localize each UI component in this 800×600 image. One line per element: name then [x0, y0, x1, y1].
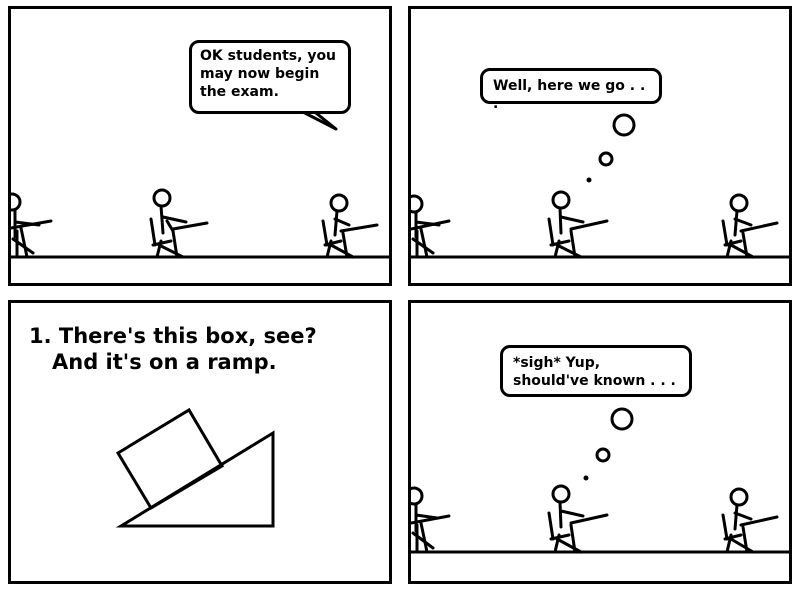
comic-panel-3: 1. There's this box, see? And it's on a …: [8, 300, 392, 584]
student-figure-right: [721, 193, 779, 259]
comic-panel-4: *sigh* Yup, should've known . . .: [408, 300, 792, 584]
student-figure-left: [411, 194, 451, 259]
student-figure-center: [547, 484, 609, 554]
student-figure-right: [721, 487, 779, 554]
box-on-ramp-diagram: [115, 407, 275, 528]
student-figure-right: [321, 193, 379, 259]
box-square: [115, 407, 225, 511]
thought-bubble: *sigh* Yup, should've known . . .: [500, 345, 692, 397]
comic-panel-2: Well, here we go . . .: [408, 6, 792, 286]
student-figure-center: [547, 190, 609, 259]
thought-bubble-dot-medium: [595, 447, 611, 463]
student-figure-left: [411, 486, 451, 554]
comic-panel-1: OK students, you may now begin the exam.: [8, 6, 392, 286]
thought-bubble-dot-large: [612, 113, 636, 137]
classroom-scene: [411, 113, 789, 259]
thought-bubble-dot-medium: [598, 151, 614, 167]
student-figure-left: [11, 192, 53, 259]
thought-bubble: Well, here we go . . .: [480, 68, 662, 112]
thought-bubble-dot-large: [610, 407, 634, 431]
speech-bubble: OK students, you may now begin the exam.: [189, 40, 351, 114]
thought-bubble-dot-small: [583, 475, 589, 481]
thought-bubble-dot-small: [586, 177, 592, 183]
student-figure-center: [149, 188, 209, 259]
